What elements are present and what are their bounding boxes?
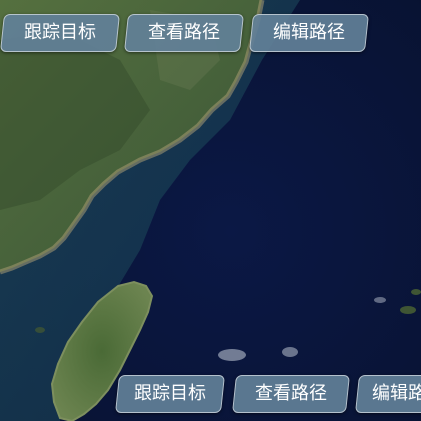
track-target-button[interactable]: 跟踪目标 xyxy=(115,375,225,413)
edit-path-label: 编辑路径 xyxy=(372,383,421,404)
top-toolbar: 跟踪目标 查看路径 编辑路径 xyxy=(0,0,421,60)
track-target-button[interactable]: 跟踪目标 xyxy=(0,14,120,52)
cloud-patch xyxy=(374,297,386,303)
view-path-button[interactable]: 查看路径 xyxy=(124,14,244,52)
satellite-map[interactable] xyxy=(0,0,421,421)
view-path-label: 查看路径 xyxy=(255,383,327,404)
track-target-label: 跟踪目标 xyxy=(134,383,206,404)
bottom-toolbar: 跟踪目标 查看路径 编辑路径 xyxy=(0,360,421,421)
edit-path-label: 编辑路径 xyxy=(273,22,345,43)
track-target-label: 跟踪目标 xyxy=(24,22,96,43)
island-small xyxy=(411,289,421,295)
island-small xyxy=(35,327,45,333)
edit-path-button[interactable]: 编辑路径 xyxy=(355,375,421,413)
view-path-button[interactable]: 查看路径 xyxy=(232,375,350,413)
cloud-patch xyxy=(282,347,298,357)
island-small xyxy=(400,306,416,314)
view-path-label: 查看路径 xyxy=(148,22,220,43)
edit-path-button[interactable]: 编辑路径 xyxy=(249,14,369,52)
